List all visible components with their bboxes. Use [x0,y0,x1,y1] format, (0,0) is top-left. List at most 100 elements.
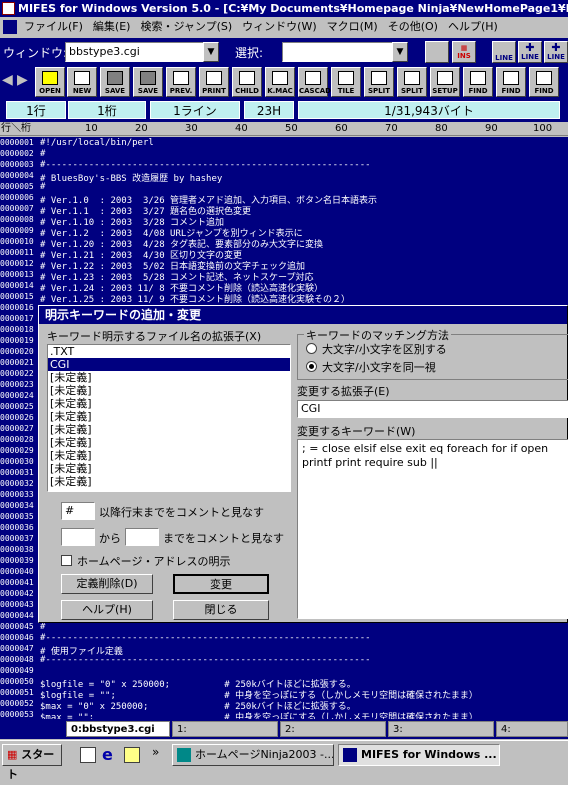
line-number: 0000004 [0,171,34,180]
save-all-button[interactable]: SAVE [133,67,163,97]
window-dropdown-icon[interactable]: ▼ [203,42,219,62]
tab-4[interactable]: 4: [496,721,568,737]
line-number: 0000036 [0,523,34,532]
find-next-button[interactable]: FIND [496,67,526,97]
ext-list-item[interactable]: [未定義] [48,397,290,410]
ie-icon[interactable]: e [102,745,120,764]
menu-help[interactable]: ヘルプ(H) [443,17,503,37]
line-number: 0000007 [0,204,34,213]
open-button[interactable]: OPEN [35,67,65,97]
select-dropdown-icon[interactable]: ▼ [392,42,408,62]
menu-macro[interactable]: マクロ(M) [322,17,383,37]
ignore-case-radio[interactable] [306,361,317,372]
line-number: 0000031 [0,468,34,477]
ext-list-item[interactable]: CGI [48,358,290,371]
setup-button[interactable]: SETUP [430,67,460,97]
ext-list-item[interactable]: [未定義] [48,423,290,436]
line-number: 0000052 [0,699,34,708]
help-button[interactable]: ヘルプ(H) [61,600,153,620]
document-menu-icon[interactable] [3,20,17,34]
cascade-icon [305,71,321,85]
line-button-3[interactable]: ✚ LINE [544,41,568,63]
ext-change-input[interactable]: CGI [297,400,568,418]
task-ninja[interactable]: ホームページNinja2003 -... [172,744,334,766]
new-button[interactable]: NEW [67,67,97,97]
print-button[interactable]: PRINT [199,67,229,97]
setup-icon [437,71,453,85]
select-label: 選択: [235,46,264,60]
line-number: 0000028 [0,435,34,444]
ext-list-item[interactable]: [未定義] [48,475,290,488]
menu-file[interactable]: ファイル(F) [19,17,88,37]
split-horizontal-button[interactable]: SPLIT [364,67,394,97]
find-prev-button[interactable]: FIND [529,67,559,97]
line-button-2[interactable]: ✚ LINE [518,41,542,63]
tab-3[interactable]: 3: [388,721,494,737]
close-button[interactable]: 閉じる [173,600,269,620]
taskbar: ▦ スタート e » ホームページNinja2003 -... MIFES fo… [0,740,568,781]
comment-end-input[interactable] [125,528,159,546]
task-mifes[interactable]: MIFES for Windows ... [338,744,500,766]
code-line: # BluesBoy's-BBS 改造履歴 by hashey [40,174,223,184]
window-select[interactable]: bbstype3.cgi [65,42,205,62]
line-number: 0000037 [0,534,34,543]
status-row: 1行 [6,101,66,119]
homepage-checkbox[interactable] [61,555,72,566]
comment-char-input[interactable]: # [61,502,95,520]
desktop-icon[interactable] [80,747,96,763]
ext-list-item[interactable]: [未定義] [48,462,290,475]
menu-search[interactable]: 検索・ジャンプ(S) [135,17,237,37]
ext-list-item[interactable]: [未定義] [48,384,290,397]
comment-start-input[interactable] [61,528,95,546]
line-number: 0000014 [0,281,34,290]
find-button[interactable]: FIND [463,67,493,97]
ruler-tick: 50 [285,123,298,134]
match-case-radio[interactable] [306,343,317,354]
ninja-app-icon [177,748,191,762]
ext-list-item[interactable]: [未定義] [48,436,290,449]
split-vertical-button[interactable]: SPLIT [397,67,427,97]
ins-button[interactable]: ▦ INS [452,41,476,63]
menu-other[interactable]: その他(O) [383,17,443,37]
print-preview-button[interactable]: PREV. [166,67,196,97]
code-line: #---------------------------------------… [40,655,371,665]
tab-2[interactable]: 2: [280,721,386,737]
menu-edit[interactable]: 編集(E) [88,17,136,37]
tab-0[interactable]: 0:bbstype3.cgi [66,721,170,737]
match-groupbox: キーワードのマッチング方法 大文字/小文字を区別する 大文字/小文字を同一視 [297,327,568,380]
line-number: 0000009 [0,226,34,235]
line-number: 0000048 [0,655,34,664]
keyword-textarea[interactable]: ; = close elsif else exit eq foreach for… [297,439,568,619]
line-number: 0000020 [0,347,34,356]
menu-window[interactable]: ウィンドウ(W) [237,17,321,37]
delete-definition-button[interactable]: 定義削除(D) [61,574,153,594]
ext-listbox[interactable]: .TXT CGI [未定義] [未定義] [未定義] [未定義] [未定義] [未定義] [未定… [47,344,291,492]
task-ninja-label: ホームページNinja2003 -... [195,748,334,761]
more-chevron-icon[interactable]: » [152,745,159,759]
window-label: ウィンドウ: [3,46,68,60]
ext-list-item[interactable]: [未定義] [48,449,290,462]
scroll-left-icon[interactable]: ◀ [2,72,16,92]
save-button[interactable]: SAVE [100,67,130,97]
child-button[interactable]: CHILD [232,67,262,97]
quicklaunch-icon[interactable] [124,747,140,763]
ext-list-item[interactable]: [未定義] [48,371,290,384]
change-button[interactable]: 変更 [173,574,269,594]
line-number: 0000039 [0,556,34,565]
line-number: 0000053 [0,710,34,719]
status-char-code: 23H [244,101,294,119]
line-label-1: LINE [495,54,513,62]
select-combo[interactable] [282,42,394,62]
cascade-button[interactable]: CASCAD [298,67,331,97]
start-button[interactable]: ▦ スタート [2,744,62,781]
scroll-right-icon[interactable]: ▶ [17,72,31,92]
ext-list-item[interactable]: [未定義] [48,410,290,423]
tile-button[interactable]: TILE [331,67,361,97]
tab-1[interactable]: 1: [172,721,278,737]
split-v-icon [404,71,420,85]
tool-button-blank[interactable] [425,41,449,63]
kmac-button[interactable]: K.MAC [265,67,295,97]
ext-list-item[interactable]: .TXT [48,345,290,358]
ruler-tick: 70 [385,123,398,134]
line-button-1[interactable]: LINE [492,41,516,63]
